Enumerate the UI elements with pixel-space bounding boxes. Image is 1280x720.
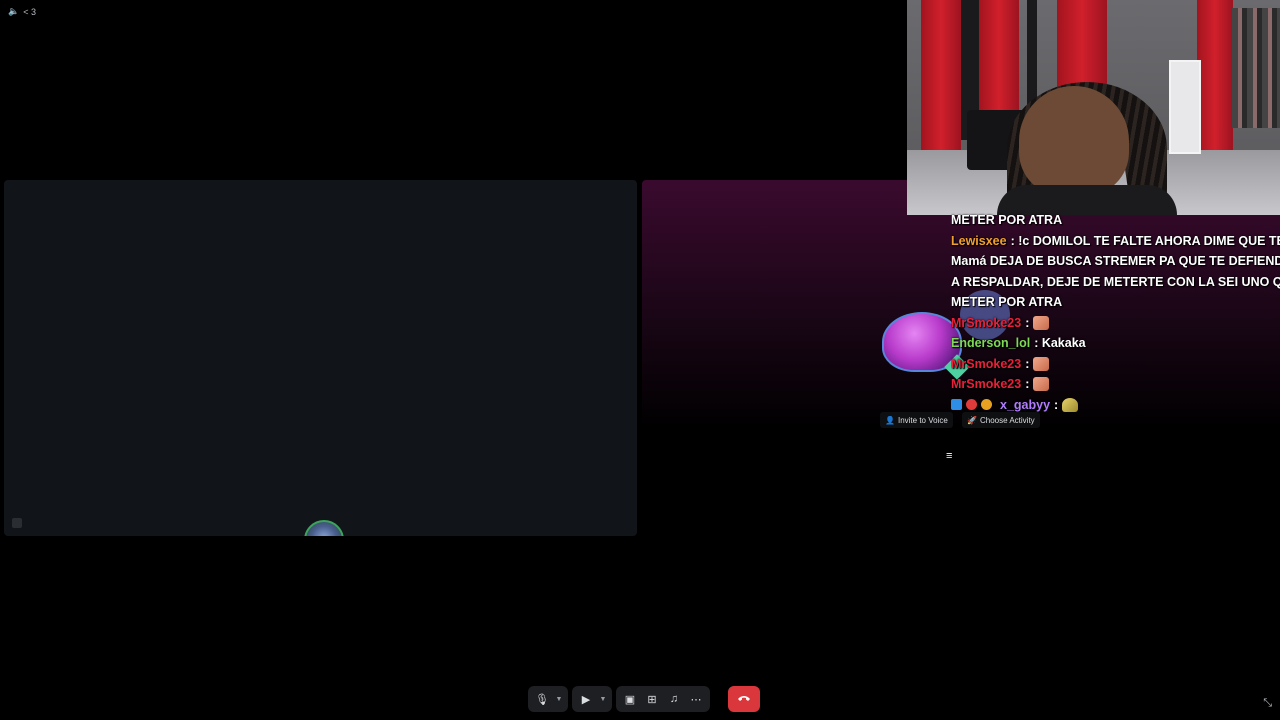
camera-off-icon[interactable]: ▶ <box>576 688 596 710</box>
invite-label: Invite to Voice <box>897 415 948 425</box>
chevron-down-icon[interactable]: ▼ <box>598 688 608 710</box>
chat-badge-icon <box>966 399 977 411</box>
chat-text: : <box>1025 315 1030 330</box>
rocket-icon: 🚀 <box>967 415 977 425</box>
volume-indicator: 🔈 < 3 <box>8 6 36 17</box>
chat-text: : Kakaka <box>1034 336 1086 350</box>
chevron-down-icon[interactable]: ▼ <box>554 688 564 710</box>
chat-username: Lewisxee <box>951 233 1007 248</box>
volume-label: < 3 <box>23 6 36 17</box>
chat-message: MrSmoke23 : <box>951 313 1280 334</box>
webcam-feed <box>907 0 1280 215</box>
tile-status-icon <box>12 518 22 528</box>
invite-to-voice-button[interactable]: 👤 Invite to Voice <box>880 412 953 428</box>
chat-badge-icon <box>951 399 962 411</box>
disconnect-button[interactable] <box>728 686 760 712</box>
chat-line: A RESPALDAR, DEJE DE METERTE CON LA SEI … <box>951 274 1280 289</box>
participant-avatar[interactable] <box>304 520 344 536</box>
participant-tile-left[interactable] <box>4 180 637 536</box>
microphone-icon[interactable]: 🎙 <box>532 688 552 710</box>
chat-username: MrSmoke23 <box>951 356 1022 371</box>
bell-emote-icon <box>1062 397 1079 412</box>
hand-emote-icon <box>1033 377 1050 392</box>
hand-emote-icon <box>1033 356 1050 371</box>
chat-text: : !c DOMILOL TE FALTE AHORA DIME QUE TE <box>1010 233 1280 248</box>
chat-username: Enderson_lol <box>951 336 1031 350</box>
chat-username: MrSmoke23 <box>951 377 1022 391</box>
chat-message: Lewisxee : !c DOMILOL TE FALTE AHORA DIM… <box>951 231 1280 252</box>
activity-grid-icon[interactable]: ⊞ <box>642 688 662 710</box>
chat-message: Enderson_lol : Kakaka <box>951 333 1280 354</box>
chat-text: : <box>1025 377 1030 391</box>
stream-chat-overlay: METER POR ATRA Lewisxee : !c DOMILOL TE … <box>951 210 1280 415</box>
chat-text: : <box>1054 397 1059 412</box>
more-options-icon[interactable]: ⋯ <box>686 688 706 710</box>
chat-line: METER POR ATRA <box>951 213 1063 227</box>
speaker-icon: 🔈 <box>8 6 20 16</box>
mic-control-group: 🎙 ▼ <box>528 686 568 712</box>
exit-fullscreen-icon[interactable]: ⤡ <box>1263 697 1272 710</box>
drag-handle-icon: ≡ <box>946 450 953 462</box>
extra-controls-group: ▣ ⊞ ♫ ⋯ <box>616 686 710 712</box>
choose-activity-button[interactable]: 🚀 Choose Activity <box>962 412 1040 428</box>
chat-text: : <box>1025 356 1030 371</box>
chat-message: MrSmoke23 : <box>951 374 1280 395</box>
screen-share-icon[interactable]: ▣ <box>620 688 640 710</box>
phone-hangup-icon <box>738 696 750 701</box>
chat-line: Mamá DEJA DE BUSCA STREMER PA QUE TE DEF… <box>951 254 1280 268</box>
hand-emote-icon <box>1033 315 1050 330</box>
chat-username: MrSmoke23 <box>951 315 1022 330</box>
add-user-icon: 👤 <box>885 415 895 425</box>
soundboard-icon[interactable]: ♫ <box>664 688 684 710</box>
camera-control-group: ▶ ▼ <box>572 686 612 712</box>
chat-line: METER POR ATRA <box>951 295 1063 309</box>
chat-message: MrSmoke23 : <box>951 354 1280 375</box>
activity-label: Choose Activity <box>979 415 1035 425</box>
chat-badge-icon <box>981 399 992 411</box>
call-controls-bar: 🎙 ▼ ▶ ▼ ▣ ⊞ ♫ ⋯ <box>528 686 760 712</box>
